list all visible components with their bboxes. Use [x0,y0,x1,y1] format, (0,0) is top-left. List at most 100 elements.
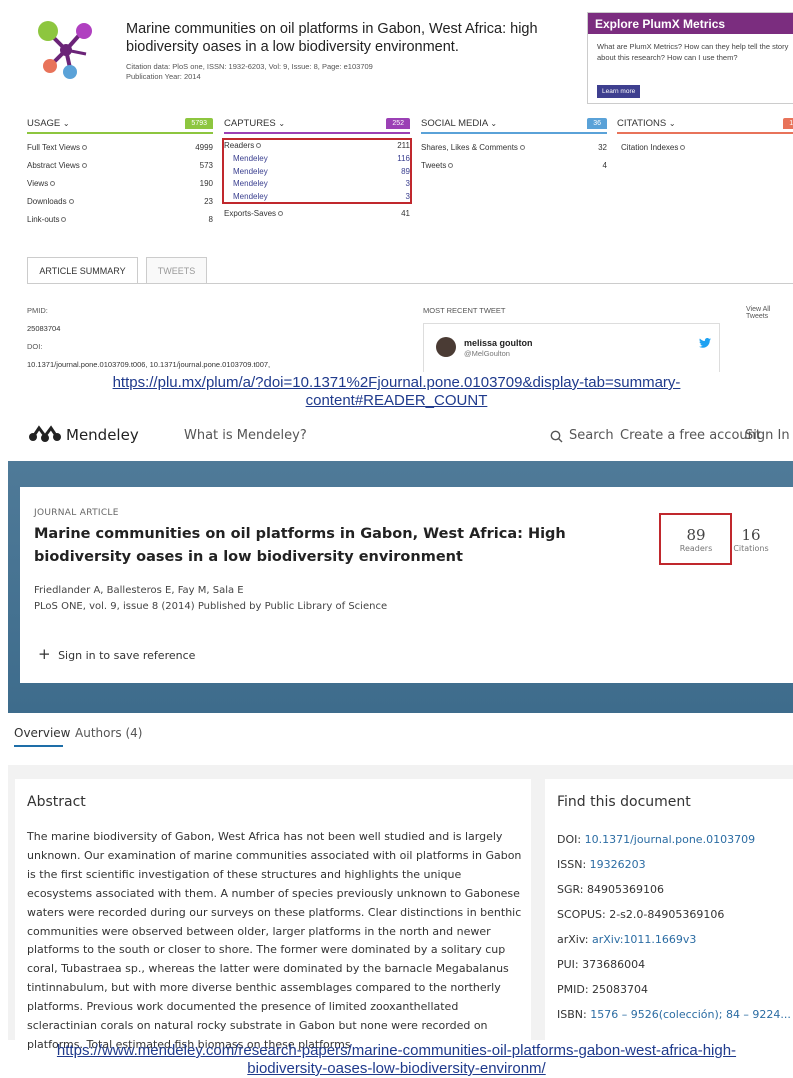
citations-stat: 16 Citations [728,526,774,553]
nav-create-account[interactable]: Create a free account [620,428,761,443]
info-icon[interactable] [68,199,74,205]
identifier-link[interactable]: 19326203 [590,858,646,871]
pmid-value: 25083704 [27,324,61,333]
metric-row: Tweets 4 [421,157,607,175]
readers-highlight-box-mendeley [659,513,732,565]
mendeley-url-caption[interactable]: https://www.mendeley.com/research-papers… [0,1042,793,1078]
tab-overview[interactable]: Overview [14,726,71,740]
identifier-doi: DOI: 10.1371/journal.pone.0103709 [557,833,755,846]
readers-highlight-box [222,138,412,204]
identifier-label: PUI: [557,958,583,971]
metric-value: 4 [602,161,607,170]
citations-header[interactable]: CITATIONS ⌄ 16 [617,118,793,132]
nav-sign-in[interactable]: Sign In [745,428,790,443]
nav-what-is-mendeley[interactable]: What is Mendeley? [184,428,307,443]
search-icon[interactable] [550,430,563,443]
abstract-panel: Abstract The marine biodiversity of Gabo… [15,779,531,1051]
info-icon[interactable] [519,145,525,151]
metric-label: Views [27,179,49,188]
identifier-label: SGR: [557,883,588,896]
plumx-url-caption[interactable]: https://plu.mx/plum/a/?doi=10.1371%2Fjou… [0,374,793,410]
metric-label: Full Text Views [27,143,81,152]
usage-category: USAGE ⌄ 5793 Full Text Views 4999 Abstrac… [27,118,213,229]
metric-value: 8 [208,215,213,224]
tab-tweets[interactable]: TWEETS [146,257,207,284]
mendeley-url-line2: biodiversity-oases-low-biodiversity-envi… [247,1060,546,1077]
plumx-logo-icon [38,21,92,79]
identifier-isbn: ISBN: 1576 – 9526(colección); 84 – 9224.… [557,1008,791,1021]
identifier-scopus: SCOPUS: 2-s2.0-84905369106 [557,908,724,921]
plumx-url-line2: content#READER_COUNT [305,392,488,409]
identifier-pui: PUI: 373686004 [557,958,645,971]
info-icon[interactable] [61,217,67,223]
active-tab-underline [14,745,63,747]
identifier-link[interactable]: 1576 – 9526(colección); 84 – 9224... [590,1008,791,1021]
abstract-text: The marine biodiversity of Gabon, West A… [27,830,522,1051]
avatar [436,337,456,357]
identifier-label: ISSN: [557,858,590,871]
plus-icon: + [38,645,51,663]
identifier-label: PMID: [557,983,593,996]
info-icon[interactable] [278,211,284,217]
metric-label: Abstract Views [27,161,80,170]
social-media-label: SOCIAL MEDIA [421,118,488,129]
identifier-value: 84905369106 [587,883,664,896]
captures-total-badge: 252 [386,118,410,129]
doi-value[interactable]: 10.1371/journal.pone.0103709.t006, 10.13… [27,360,270,369]
metric-label: Tweets [421,161,447,170]
metric-row-exports: Exports-Saves 41 [224,205,410,223]
info-icon[interactable] [448,163,454,169]
sign-in-to-save-button[interactable]: + Sign in to save reference [38,645,195,663]
tab-article-summary[interactable]: ARTICLE SUMMARY [27,257,138,284]
citations-label: CITATIONS [617,118,667,129]
article-tabs: Overview Authors (4) [0,720,793,750]
tab-divider [27,283,793,284]
pmid-label: PMID: [27,306,48,315]
plumx-panel: Marine communities on oil platforms in G… [0,0,793,372]
info-icon[interactable] [82,145,88,151]
identifier-link[interactable]: arXiv:1011.1669v3 [592,933,696,946]
identifier-pmid: PMID: 25083704 [557,983,648,996]
metric-row: Views 190 [27,175,213,193]
mendeley-logo-icon[interactable] [28,424,62,444]
metric-row: Link-outs 8 [27,211,213,229]
identifier-link[interactable]: 10.1371/journal.pone.0103709 [585,833,755,846]
plumx-url-line1: https://plu.mx/plum/a/?doi=10.1371%2Fjou… [112,374,681,391]
identifier-label: ISBN: [557,1008,591,1021]
learn-more-button[interactable]: Learn more [597,85,641,98]
metric-label: Downloads [27,197,67,206]
usage-rule [27,132,213,134]
citation-data: Citation data: PloS one, ISSN: 1932-6203… [126,62,373,82]
identifier-value: 2-s2.0-84905369106 [609,908,725,921]
mendeley-brand[interactable]: Mendeley [66,426,139,444]
view-all-tweets-link[interactable]: View All Tweets [746,306,793,320]
info-icon[interactable] [50,181,56,187]
info-icon[interactable] [81,163,87,169]
usage-label: USAGE [27,118,61,129]
usage-header[interactable]: USAGE ⌄ 5793 [27,118,213,132]
social-media-header[interactable]: SOCIAL MEDIA ⌄ 36 [421,118,607,132]
metric-row: Citation Indexes16 [617,139,793,157]
metric-value: 190 [199,179,213,188]
info-icon[interactable] [680,145,686,151]
metric-row: Full Text Views 4999 [27,139,213,157]
metric-label: Exports-Saves [224,209,277,218]
citations-category: CITATIONS ⌄ 16 Citation Indexes16 [617,118,793,157]
doi-label: DOI: [27,342,43,351]
find-document-panel: Find this document DOI: 10.1371/journal.… [545,779,793,1040]
article-authors[interactable]: Friedlander A, Ballesteros E, Fay M, Sal… [34,585,244,596]
tweet-author-handle: @MelGoulton [464,349,510,358]
plumx-article-title: Marine communities on oil platforms in G… [126,21,538,55]
nav-search[interactable]: Search [569,428,614,443]
metric-row: Downloads 23 [27,193,213,211]
publication-year: Publication Year: 2014 [126,72,201,81]
find-document-heading: Find this document [557,794,691,810]
tab-authors[interactable]: Authors (4) [75,726,142,740]
captures-header[interactable]: CAPTURES ⌄ 252 [224,118,410,132]
tweet-card[interactable]: melissa goulton @MelGoulton [423,323,720,372]
identifier-value: 373686004 [582,958,646,971]
usage-total-badge: 5793 [185,118,213,129]
explore-title: Explore PlumX Metrics [588,13,793,34]
chevron-down-icon: ⌄ [490,119,498,128]
social-total-badge: 36 [587,118,607,129]
